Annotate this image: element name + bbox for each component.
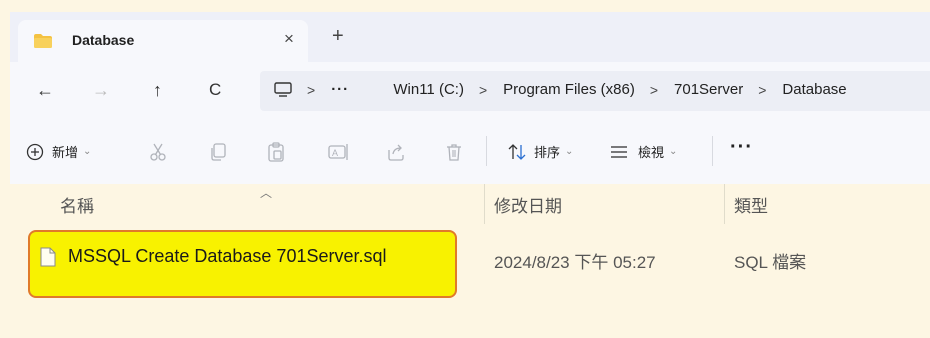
paste-icon[interactable]: [266, 142, 286, 162]
view-button[interactable]: 檢視 ⌄: [610, 142, 677, 161]
delete-icon[interactable]: [444, 142, 464, 162]
computer-icon[interactable]: [274, 82, 292, 97]
breadcrumb-item-drive[interactable]: Win11 (C:): [393, 81, 464, 98]
breadcrumb-item-701server[interactable]: 701Server: [674, 81, 743, 98]
file-icon: [40, 247, 56, 267]
view-label: 檢視: [638, 145, 665, 160]
file-modified-date: 2024/8/23 下午 05:27: [494, 253, 656, 272]
toolbar-divider: [712, 136, 713, 166]
back-button[interactable]: ←: [36, 80, 54, 100]
forward-button[interactable]: →: [92, 80, 110, 100]
breadcrumb-item-program-files[interactable]: Program Files (x86): [503, 81, 635, 98]
sort-label: 排序: [534, 145, 561, 160]
share-icon[interactable]: [386, 142, 406, 162]
more-options-button[interactable]: ···: [730, 136, 753, 159]
copy-icon[interactable]: [208, 142, 228, 162]
new-label: 新增: [52, 145, 79, 160]
cut-icon[interactable]: [148, 142, 168, 162]
svg-text:A: A: [332, 148, 338, 158]
new-tab-button[interactable]: +: [332, 26, 344, 46]
file-row[interactable]: MSSQL Create Database 701Server.sql 2024…: [10, 228, 930, 298]
breadcrumb-item-database[interactable]: Database: [782, 81, 846, 98]
column-divider: [484, 184, 485, 224]
file-explorer-window: Database × + ← → ↑ C > ··· > Win11 (C:) …: [10, 12, 930, 338]
toolbar-divider: [486, 136, 487, 166]
file-name[interactable]: MSSQL Create Database 701Server.sql: [68, 246, 387, 267]
column-divider: [724, 184, 725, 224]
tab-strip: Database × +: [10, 12, 930, 62]
breadcrumb-overflow-button[interactable]: ···: [331, 81, 349, 98]
file-type: SQL 檔案: [734, 253, 807, 272]
sort-button[interactable]: 排序 ⌄: [508, 142, 573, 161]
column-header-name[interactable]: 名稱: [60, 192, 94, 217]
address-bar[interactable]: > ··· > Win11 (C:) > Program Files (x86)…: [260, 71, 930, 111]
breadcrumb-separator: >: [478, 81, 488, 98]
tab-title: Database: [72, 32, 135, 48]
tab-database[interactable]: Database ×: [18, 20, 308, 62]
command-bar: 新增 ⌄ A 排序 ⌄ 檢視 ⌄ ···: [10, 120, 930, 185]
column-header-type[interactable]: 類型: [734, 192, 768, 217]
view-list-icon: [611, 145, 627, 158]
chevron-down-icon: ⌄: [669, 146, 678, 157]
folder-icon: [34, 34, 52, 48]
add-circle-icon: [26, 143, 44, 160]
navigation-bar: ← → ↑ C > ··· > Win11 (C:) > Program Fil…: [10, 62, 930, 120]
rename-icon[interactable]: A: [328, 142, 350, 162]
sort-indicator-icon: ︿: [260, 186, 273, 200]
up-button[interactable]: ↑: [153, 80, 162, 100]
column-header-modified[interactable]: 修改日期: [494, 192, 562, 217]
refresh-button[interactable]: C: [209, 80, 221, 100]
close-tab-icon[interactable]: ×: [284, 29, 294, 49]
breadcrumb-separator: >: [758, 81, 767, 98]
breadcrumb: > ··· > Win11 (C:) > Program Files (x86)…: [274, 81, 847, 98]
sort-icon: [508, 143, 526, 160]
breadcrumb-separator: >: [307, 81, 316, 98]
file-list: ︿ 名稱 修改日期 類型 MSSQL Create Database 701Se…: [10, 184, 930, 338]
breadcrumb-separator: >: [649, 81, 659, 98]
new-button[interactable]: 新增 ⌄: [26, 142, 91, 161]
chevron-down-icon: ⌄: [565, 146, 574, 157]
chevron-down-icon: ⌄: [83, 146, 92, 157]
